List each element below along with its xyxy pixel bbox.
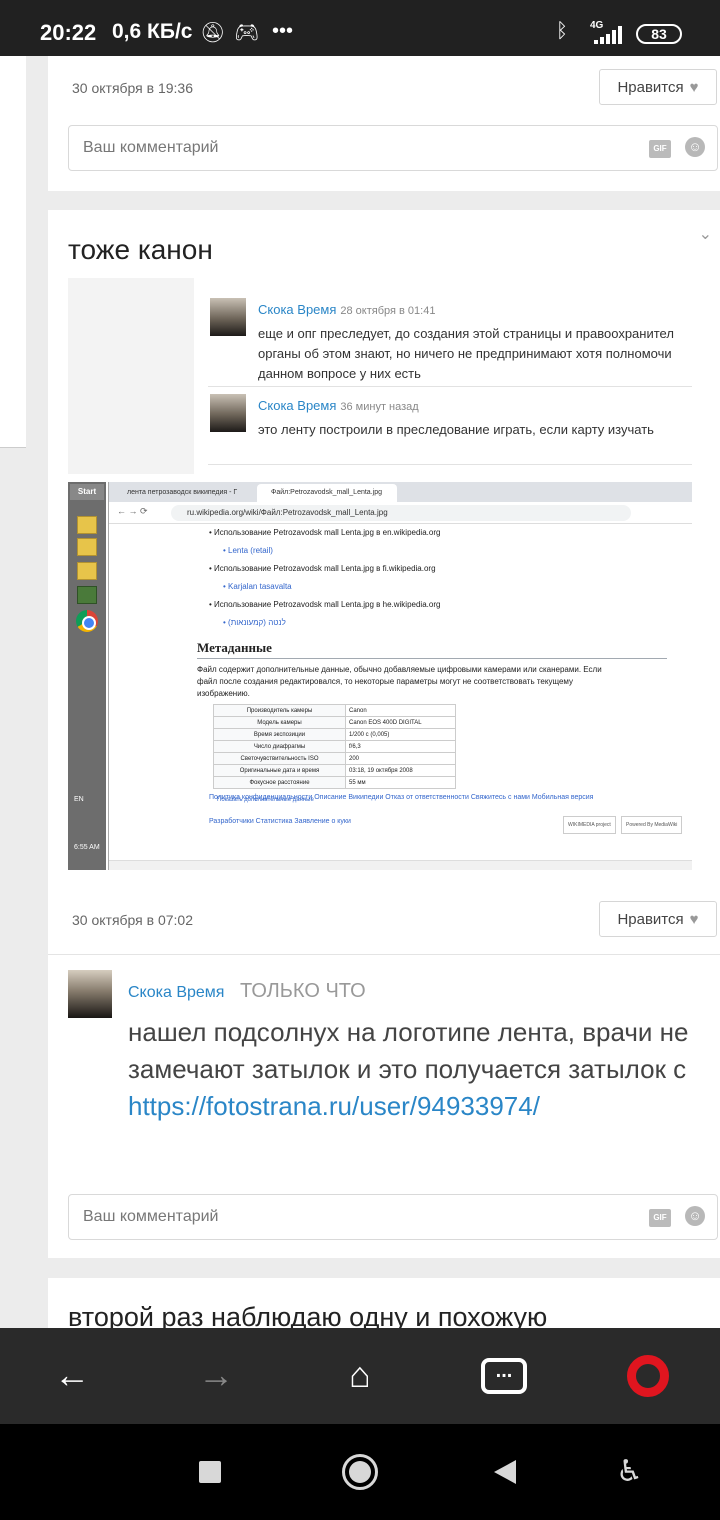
post-card: второй раз наблюдаю одну и похожую: [48, 1278, 720, 1328]
tray-clock: 6:55 AM: [74, 844, 100, 851]
status-bar: 20:22 0,6 КБ/с 🔕︎ 🎮︎ ••• ᛒ 4G 83: [0, 0, 720, 56]
comment-input[interactable]: Ваш комментарий GIF ☺: [68, 125, 718, 171]
more-dots-icon: •••: [272, 20, 294, 42]
comment-input[interactable]: Ваш комментарий GIF ☺: [68, 1194, 718, 1240]
wikimedia-badge: WIKIMEDIA project: [563, 816, 616, 834]
feed[interactable]: 30 октября в 19:36 Нравится ♥ Ваш коммен…: [0, 56, 720, 1328]
post-date: 30 октября в 07:02: [72, 912, 194, 928]
comment-text: это ленту построили в преследование игра…: [258, 422, 654, 437]
url-field: ru.wikipedia.org/wiki/Файл:Petrozavodsk_…: [171, 505, 631, 521]
browser-tab-active: Файл:Petrozavodsk_mall_Lenta.jpg: [257, 484, 397, 502]
embedded-comments: Скока Время 28 октября в 01:41 еще и опг …: [68, 278, 692, 474]
gif-button[interactable]: GIF: [649, 1209, 671, 1227]
embedded-browser-screenshot: Start EN 6:55 AM лента петрозаводск вики…: [68, 474, 692, 870]
chrome-icon: [76, 610, 98, 632]
back-triangle-icon[interactable]: [494, 1460, 516, 1484]
folder-icon: [77, 516, 97, 534]
like-label: Нравится: [617, 910, 684, 928]
browser-window: лента петрозаводск википедия - Г Файл:Pe…: [108, 482, 692, 870]
bluetooth-icon: ᛒ: [556, 20, 568, 42]
reply-time: только что: [240, 980, 366, 1002]
metadata-table: Производитель камеры Canon Модель камеры C…: [213, 704, 456, 789]
gamepad-icon: 🎮︎: [234, 22, 260, 44]
back-arrow-icon[interactable]: ←: [47, 1350, 97, 1400]
language-indicator: EN: [74, 796, 84, 803]
accessibility-icon[interactable]: ♿︎: [616, 1454, 643, 1490]
mediawiki-badge: Powered By MediaWiki: [621, 816, 683, 834]
comment-placeholder: Ваш комментарий: [83, 1208, 219, 1225]
wiki-footer-links: Политика конфиденциальности Описание Вик…: [209, 794, 594, 801]
folder-icon: [77, 562, 97, 580]
post-date: 30 октября в 19:36: [72, 80, 194, 96]
avatar: [210, 394, 246, 432]
reply-text: нашел подсолнух на логотипе лента, врачи…: [128, 1017, 689, 1121]
emoji-icon[interactable]: ☺: [685, 137, 705, 157]
heart-icon: ♥: [689, 78, 699, 96]
comment-placeholder: Ваш комментарий: [83, 139, 219, 156]
post-title: второй раз наблюдаю одну и похожую: [68, 1302, 548, 1328]
heart-icon: ♥: [689, 910, 699, 928]
avatar: [210, 298, 246, 336]
wiki-footer-links: Разработчики Статистика Заявление о куки: [209, 818, 351, 825]
mute-bell-icon: 🔕︎: [200, 22, 226, 44]
folder-icon: [77, 538, 97, 556]
post-title: тоже канон: [68, 234, 213, 265]
usage-link: Lenta (retail): [228, 546, 273, 555]
scrollbar: [109, 860, 692, 870]
post-card: тоже канон ⌄ Скока Время 28 октября в 01:…: [48, 210, 720, 1258]
network-speed: 0,6 КБ/с: [112, 20, 193, 43]
signal-icon: [594, 26, 622, 44]
profile-link[interactable]: https://fotostrana.ru/user/94933974/: [128, 1091, 540, 1121]
like-button[interactable]: Нравится ♥: [599, 69, 717, 105]
forward-arrow-icon[interactable]: →: [191, 1350, 241, 1400]
chevron-down-icon[interactable]: ⌄: [699, 224, 712, 244]
post-image[interactable]: Скока Время 28 октября в 01:41 еще и опг …: [68, 278, 692, 870]
taskbar: Start EN 6:55 AM: [68, 482, 106, 870]
post-card: 30 октября в 19:36 Нравится ♥ Ваш коммен…: [48, 56, 720, 191]
opera-menu-icon[interactable]: [627, 1355, 669, 1397]
home-circle-icon[interactable]: [342, 1454, 378, 1490]
metadata-heading: Метаданные: [197, 640, 272, 655]
tab-strip: лента петрозаводск википедия - Г Файл:Pe…: [109, 482, 692, 502]
like-label: Нравится: [617, 78, 684, 96]
recents-icon[interactable]: [199, 1461, 221, 1483]
comment-text: данном вопросе у них есть: [258, 366, 421, 381]
like-button[interactable]: Нравится ♥: [599, 901, 717, 937]
comment-author: Скока Время 36 минут назад: [258, 398, 419, 413]
emoji-icon[interactable]: ☺: [685, 1206, 705, 1226]
clock: 20:22: [40, 20, 97, 45]
system-nav-bar: ♿︎: [0, 1424, 720, 1520]
comment-text: еще и опг преследует, до создания этой с…: [258, 326, 674, 341]
usage-text: Использование Petrozavodsk mall Lenta.jp…: [214, 528, 441, 537]
usage-link: לנטה (קמעונאות): [228, 618, 286, 627]
app-icon: [77, 586, 97, 604]
left-panel-edge: [0, 56, 26, 448]
gif-button[interactable]: GIF: [649, 140, 671, 158]
browser-toolbar: ← → ⌂ ...: [0, 1328, 720, 1424]
avatar[interactable]: [68, 970, 112, 1018]
tabs-icon[interactable]: ...: [481, 1358, 527, 1394]
comment-author: Скока Время 28 октября в 01:41: [258, 302, 436, 317]
address-bar: ← → ⟳ ru.wikipedia.org/wiki/Файл:Petroza…: [109, 502, 692, 524]
reply-author[interactable]: Скока Время: [128, 984, 224, 1002]
battery-icon: 83: [636, 24, 682, 44]
comment-text: органы об этом знают, но ничего не предп…: [258, 346, 672, 361]
start-button: Start: [70, 484, 104, 500]
home-icon[interactable]: ⌂: [335, 1350, 385, 1400]
usage-text: Использование Petrozavodsk mall Lenta.jp…: [214, 564, 436, 573]
usage-link: Karjalan tasavalta: [228, 582, 292, 591]
browser-tab: лента петрозаводск википедия - Г: [127, 489, 238, 496]
usage-text: Использование Petrozavodsk mall Lenta.jp…: [214, 600, 441, 609]
